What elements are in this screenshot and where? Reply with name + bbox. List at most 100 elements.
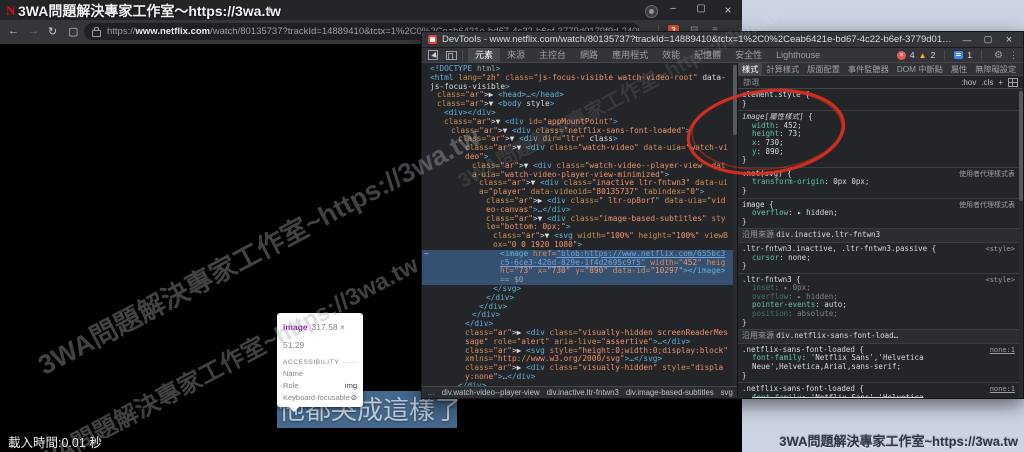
devtools-menu-icon[interactable]: ⋮ [1009,50,1018,61]
breadcrumb-item[interactable]: … [427,388,435,397]
styles-sidebar-tab-0[interactable]: 樣式 [738,63,762,76]
error-count[interactable]: 4 [910,50,915,60]
style-rule[interactable]: .netflix-sans-font-loaded {none:1font-fa… [738,344,1019,383]
inherited-from-bar: 沿用來源 div.inactive.ltr-fntwn3 [738,229,1019,243]
hov-toggle[interactable]: :hov [961,78,976,87]
browser-maximize-button[interactable]: ▢ [694,3,708,14]
netflix-favicon: N [6,3,15,19]
devtools-tab-2[interactable]: 主控台 [532,48,573,63]
devtools-tab-8[interactable]: Lighthouse [769,48,827,63]
dom-tree-line[interactable]: class="ar">▼ <div class="watch-video" da… [422,144,737,162]
devtools-tab-4[interactable]: 應用程式 [605,48,655,63]
inspect-element-icon[interactable] [428,50,438,60]
style-rule[interactable]: image[屬性樣式] {width: 452;height: 73;x: 73… [738,111,1019,168]
error-count-icon[interactable]: × [897,51,906,60]
devtools-toolbar-right: × 4 ▲ 2 1 ⚙ ⋮ [897,50,1023,61]
dom-tree-line[interactable]: <html lang="zh" class="js-focus-visible … [422,74,737,92]
inspect-tooltip: image317.58 × 51.29 ACCESSIBILITY Name R… [277,313,363,407]
tooltip-row-keyboard-focusable: Keyboard-focusable⊘ [283,393,357,402]
screenshot-stage: N 3WA問題解決專家工作室～https://3wa.tw + – ▢ × ← … [0,0,1024,452]
styles-rule-list: element.style {}image[屬性樣式] {width: 452;… [738,89,1019,398]
style-rule[interactable]: :not(svg) {使用者代理樣式表transform-origin: 0px… [738,168,1019,199]
style-rule[interactable]: .ltr-fntwn3.inactive, .ltr-fntwn3.passiv… [738,243,1019,274]
breadcrumb-item[interactable]: div.inactive.ltr-fntwn3 [547,388,619,397]
browser-close-button[interactable]: × [721,3,735,17]
warning-count[interactable]: 2 [931,50,936,60]
style-rule[interactable]: image {使用者代理樣式表overflow: ▸ hidden;} [738,199,1019,230]
tooltip-row-role: Roleimg [283,381,357,390]
dom-tree-line[interactable]: </svg> [422,285,737,294]
device-toolbar-icon[interactable] [446,51,457,60]
new-tab-button[interactable]: + [266,2,274,17]
breadcrumb-item[interactable]: svg [721,388,733,397]
browser-minimize-button[interactable]: – [666,3,680,14]
dom-tree-line[interactable]: ⋯<image href="blob:https://www.netflix.c… [422,250,737,285]
styles-scrollbar[interactable] [1019,89,1023,398]
devtools-tab-strip: 元素來源主控台網路應用程式效能記憶體安全性Lighthouse [468,48,827,63]
devtools-title-bar: DevTools - www.netflix.com/watch/8013573… [422,32,1023,48]
inherited-from-bar: 沿用來源 div.netflix-sans-font-load… [738,330,1019,344]
styles-filter-input[interactable]: 篩選 [743,76,759,88]
warning-count-icon[interactable]: ▲ [919,51,927,60]
styles-sidebar-tab-4[interactable]: DOM 中斷點 [893,63,947,76]
style-rule[interactable]: .ltr-fntwn3 {<style>inset: ▸ 0px;overflo… [738,274,1019,331]
browser-tab-title[interactable]: 3WA問題解決專家工作室～https://3wa.tw [18,1,281,21]
devtools-tab-0[interactable]: 元素 [468,48,500,63]
styles-sidebar-tab-6[interactable]: 無障礙設定 [971,63,1020,76]
devtools-tab-6[interactable]: 記憶體 [687,48,728,63]
devtools-maximize-button[interactable]: ▢ [980,34,996,45]
dom-tree-line[interactable]: </div> [422,303,737,312]
new-style-rule-button[interactable]: + [998,78,1003,87]
profile-circle-icon[interactable] [645,5,658,18]
devtools-toolbar: 元素來源主控台網路應用程式效能記憶體安全性Lighthouse × 4 ▲ 2 … [422,48,1023,63]
dom-tree-line[interactable]: class="ar">▼ <div class="inactive ltr-fn… [422,179,737,197]
dom-tree-line[interactable]: class="ar">▼ <div class="image-based-sub… [422,215,737,233]
browser-tab-bar: N 3WA問題解決專家工作室～https://3wa.tw + – ▢ × [0,0,742,20]
grid-layout-icon[interactable] [1008,78,1018,87]
tooltip-accessibility-header: ACCESSIBILITY [283,359,357,366]
not-allowed-icon: ⊘ [351,393,357,402]
dom-tree-line[interactable]: class="ar">▼ <svg width="100%" height="1… [422,232,737,250]
devtools-minimize-button[interactable]: — [959,35,975,45]
devtools-tab-1[interactable]: 來源 [500,48,532,63]
styles-sidebar-tab-1[interactable]: 計算樣式 [762,63,803,76]
dom-tree-line[interactable]: class="ar">▶ <div class="visually-hidden… [422,329,737,347]
lock-icon [92,30,101,37]
dom-tree-line[interactable]: </div> [422,294,737,303]
dom-tree-line[interactable]: class="ar">▶ <svg style="height:0;width:… [422,347,737,365]
devtools-tab-7[interactable]: 安全性 [728,48,769,63]
styles-filter-bar: 篩選 :hov .cls + [738,76,1023,89]
dom-tree-line[interactable]: class="ar">▶ <div class="visually-hidden… [422,364,737,382]
style-rule[interactable]: element.style {} [738,89,1019,111]
devtools-tab-3[interactable]: 網路 [573,48,605,63]
dom-tree-line[interactable]: class="ar">▼ <div class="watch-video--pl… [422,162,737,180]
issues-count[interactable]: 1 [967,50,972,60]
breadcrumb-item[interactable]: div.image-based-subtitles [626,388,714,397]
dom-breadcrumb-bar: … div.watch-video--player-view div.inactiv… [422,386,737,398]
watermark-bottom-right: 3WA問題解決專家工作室~https://3wa.tw [779,431,1018,450]
settings-gear-icon[interactable]: ⚙ [994,50,1003,61]
cls-toggle[interactable]: .cls [981,78,993,87]
devtools-close-button[interactable]: × [1001,34,1017,46]
tooltip-row-name: Name [283,369,357,378]
back-icon[interactable]: ← [8,25,19,37]
style-rule[interactable]: .netflix-sans-font-loaded {none:1font-fa… [738,383,1019,398]
styles-sidebar-tab-5[interactable]: 屬性 [947,63,971,76]
styles-sidebar-tabs: 樣式計算樣式版面配置事件監聽器DOM 中斷點屬性無障礙設定 [738,63,1023,76]
issues-icon[interactable] [954,51,963,59]
devtools-window: DevTools - www.netflix.com/watch/8013573… [421,31,1024,399]
styles-sidebar-tab-2[interactable]: 版面配置 [803,63,844,76]
devtools-app-icon [428,35,437,44]
dom-tree-line[interactable]: class="ar">▶ <div class=" ltr-op8orf" da… [422,197,737,215]
styles-sidebar-tab-3[interactable]: 事件監聽器 [844,63,893,76]
bookmark-app-icon[interactable]: ▢ [68,25,78,38]
tooltip-tag-name: image [283,322,308,332]
breadcrumb-item[interactable]: div.watch-video--player-view [442,388,540,397]
devtools-tab-5[interactable]: 效能 [655,48,687,63]
toolbar-separator [462,50,463,60]
load-time-status: 載入時間:0.01 秒 [8,432,102,451]
elements-dom-tree: <!DOCTYPE html><html lang="zh" class="js… [422,63,737,386]
devtools-window-title: DevTools - www.netflix.com/watch/8013573… [442,34,954,45]
reload-icon[interactable]: ↻ [48,25,57,38]
forward-icon[interactable]: → [28,25,39,37]
